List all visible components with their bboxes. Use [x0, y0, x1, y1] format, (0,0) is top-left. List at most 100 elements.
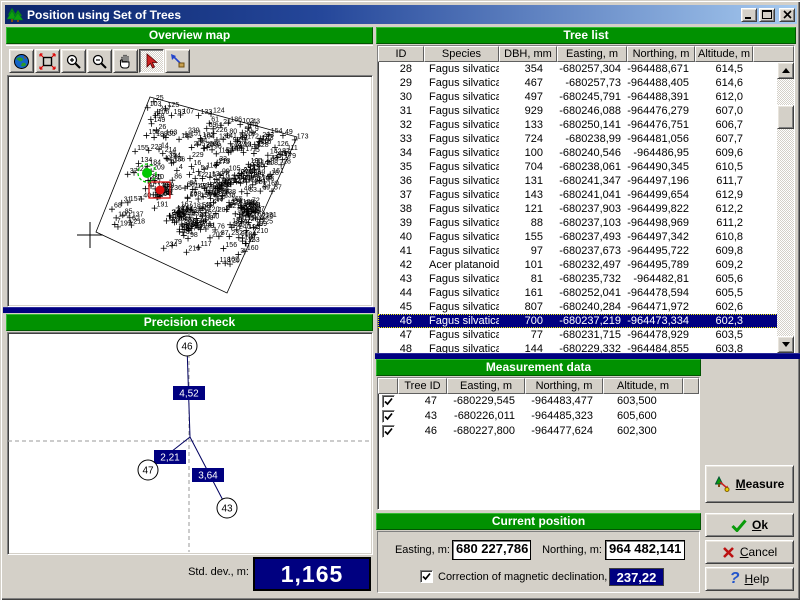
- tree-list-cell: -964471,972: [627, 300, 695, 314]
- tree-list-column-header[interactable]: Northing, m: [627, 46, 695, 62]
- horizontal-splitter-left[interactable]: [3, 307, 375, 313]
- checkmark-icon: [422, 572, 431, 581]
- tree-list-row[interactable]: 39Fagus silvatica88-680237,103-964498,96…: [378, 216, 794, 230]
- svg-text:218: 218: [133, 219, 145, 226]
- cancel-button[interactable]: Cancel: [705, 540, 794, 564]
- tree-list-cell: -680238,99: [557, 132, 627, 146]
- measurement-row-checkbox[interactable]: [382, 425, 395, 438]
- tree-list-cell: 81: [499, 272, 557, 286]
- tree-list-column-header[interactable]: Species: [424, 46, 499, 62]
- tree-list-cell: 35: [378, 160, 424, 174]
- tree-list-row[interactable]: 37Fagus silvatica143-680241,041-964499,6…: [378, 188, 794, 202]
- measurement-row[interactable]: 47-680229,545-964483,477603,500: [378, 394, 699, 409]
- tree-list-row[interactable]: 35Fagus silvatica704-680238,061-964490,3…: [378, 160, 794, 174]
- ok-button[interactable]: Ok: [705, 513, 794, 537]
- easting-field[interactable]: 680 227,786: [452, 540, 531, 560]
- tree-list-row[interactable]: 46Fagus silvatica700-680237,219-964473,3…: [378, 314, 794, 328]
- tool-zoom-in-button[interactable]: [61, 49, 86, 73]
- svg-text:158: 158: [153, 113, 165, 120]
- svg-text:213: 213: [219, 158, 231, 165]
- measurement-column-header[interactable]: Altitude, m: [603, 378, 683, 394]
- tree-list-column-header[interactable]: ID: [378, 46, 424, 62]
- svg-text:188: 188: [156, 131, 168, 138]
- tree-list-row[interactable]: 43Fagus silvatica81-680235,732-964482,81…: [378, 272, 794, 286]
- svg-text:53: 53: [249, 187, 257, 194]
- tree-list-row[interactable]: 31Fagus silvatica929-680246,088-964476,2…: [378, 104, 794, 118]
- measurement-row[interactable]: 46-680227,800-964477,624602,300: [378, 424, 699, 439]
- tree-list-cell: -964499,654: [627, 188, 695, 202]
- svg-text:207: 207: [245, 131, 257, 138]
- tree-list-cell: 607,0: [695, 104, 753, 118]
- tree-list-row[interactable]: 29Fagus silvatica467-680257,73-964488,40…: [378, 76, 794, 90]
- tree-list-cell: 611,7: [695, 174, 753, 188]
- tree-list-cell: 929: [499, 104, 557, 118]
- measurement-column-header[interactable]: Northing, m: [525, 378, 603, 394]
- tree-list-cell: -680232,497: [557, 258, 627, 272]
- svg-text:230: 230: [206, 142, 218, 149]
- vertical-scrollbar[interactable]: [777, 62, 794, 353]
- tree-list-row[interactable]: 33Fagus silvatica724-680238,99-964481,05…: [378, 132, 794, 146]
- tree-list-column-header[interactable]: Altitude, m: [695, 46, 753, 62]
- tree-list-cell: 31: [378, 104, 424, 118]
- tool-zoom-out-button[interactable]: [87, 49, 112, 73]
- overview-map-canvas[interactable]: 1234567891011121314151617181920212223242…: [7, 75, 373, 307]
- tree-list-row[interactable]: 47Fagus silvatica77-680231,715-964478,92…: [378, 328, 794, 342]
- svg-text:197: 197: [120, 220, 132, 227]
- tree-list-cell: -680238,061: [557, 160, 627, 174]
- svg-text:4,52: 4,52: [179, 389, 199, 400]
- tool-pan-button[interactable]: [113, 49, 138, 73]
- dialog-window: Position using Set of Trees Overview map: [0, 0, 800, 600]
- ok-check-icon: [731, 519, 747, 532]
- std-dev-label: Std. dev., m:: [119, 566, 249, 578]
- tree-list-row[interactable]: 28Fagus silvatica354-680257,304-964488,6…: [378, 62, 794, 76]
- svg-text:208: 208: [266, 160, 278, 167]
- scroll-down-button[interactable]: [777, 336, 794, 353]
- tool-zoom-extent-button[interactable]: [35, 49, 60, 73]
- tree-list-cell: 133: [499, 118, 557, 132]
- measurement-column-header[interactable]: Tree ID: [398, 378, 447, 394]
- tree-list-column-header[interactable]: DBH, mm: [499, 46, 557, 62]
- measure-button[interactable]: Measure: [705, 465, 794, 503]
- measurement-row-checkbox[interactable]: [382, 410, 395, 423]
- measurement-cell: -964477,624: [525, 424, 603, 439]
- tree-list-row[interactable]: 36Fagus silvatica131-680241,347-964497,1…: [378, 174, 794, 188]
- tree-list-row[interactable]: 34Fagus silvatica100-680240,546-964486,9…: [378, 146, 794, 160]
- minimize-button[interactable]: [741, 8, 757, 22]
- measurement-column-header[interactable]: Easting, m: [447, 378, 525, 394]
- tree-list-cell: -680246,088: [557, 104, 627, 118]
- declination-checkbox[interactable]: [420, 570, 433, 583]
- tree-list-row[interactable]: 41Fagus silvatica97-680237,673-964495,72…: [378, 244, 794, 258]
- tree-list-row[interactable]: 45Fagus silvatica807-680240,284-964471,9…: [378, 300, 794, 314]
- tree-list-cell: 606,7: [695, 118, 753, 132]
- tree-list-cell: -680237,219: [557, 314, 627, 328]
- svg-text:155: 155: [137, 145, 149, 152]
- tree-list-cell: 47: [378, 328, 424, 342]
- maximize-icon: [762, 10, 772, 19]
- title-bar[interactable]: Position using Set of Trees: [5, 5, 797, 24]
- tool-globe-button[interactable]: [9, 49, 34, 73]
- close-button[interactable]: [779, 8, 795, 22]
- tree-list-row[interactable]: 38Fagus silvatica121-680237,903-964499,8…: [378, 202, 794, 216]
- scrollbar-thumb[interactable]: [777, 105, 794, 129]
- tree-list-row[interactable]: 44Fagus silvatica161-680252,041-964478,5…: [378, 286, 794, 300]
- tree-list-row[interactable]: 40Fagus silvatica155-680237,493-964497,3…: [378, 230, 794, 244]
- scroll-up-button[interactable]: [777, 62, 794, 79]
- tool-measure-distance-button[interactable]: [165, 49, 190, 73]
- tree-list-column-header[interactable]: Easting, m: [557, 46, 627, 62]
- svg-text:257: 257: [224, 179, 236, 186]
- svg-text:117: 117: [200, 241, 211, 248]
- svg-text:225: 225: [261, 219, 273, 226]
- measurement-row[interactable]: 43-680226,011-964485,323605,600: [378, 409, 699, 424]
- tree-list-row[interactable]: 30Fagus silvatica497-680245,791-964488,3…: [378, 90, 794, 104]
- measurement-column-header[interactable]: [378, 378, 398, 394]
- tree-list-cell: 41: [378, 244, 424, 258]
- tree-list-row[interactable]: 42Acer platanoides101-680232,497-964495,…: [378, 258, 794, 272]
- tree-list-row[interactable]: 32Fagus silvatica133-680250,141-964476,7…: [378, 118, 794, 132]
- northing-field[interactable]: 964 482,141: [605, 540, 685, 560]
- measurement-row-checkbox[interactable]: [382, 395, 395, 408]
- tree-list-cell: -680237,103: [557, 216, 627, 230]
- help-button[interactable]: ? Help: [705, 567, 794, 591]
- tool-select-button[interactable]: [139, 49, 164, 73]
- maximize-button[interactable]: [759, 8, 775, 22]
- tree-list-cell: 77: [499, 328, 557, 342]
